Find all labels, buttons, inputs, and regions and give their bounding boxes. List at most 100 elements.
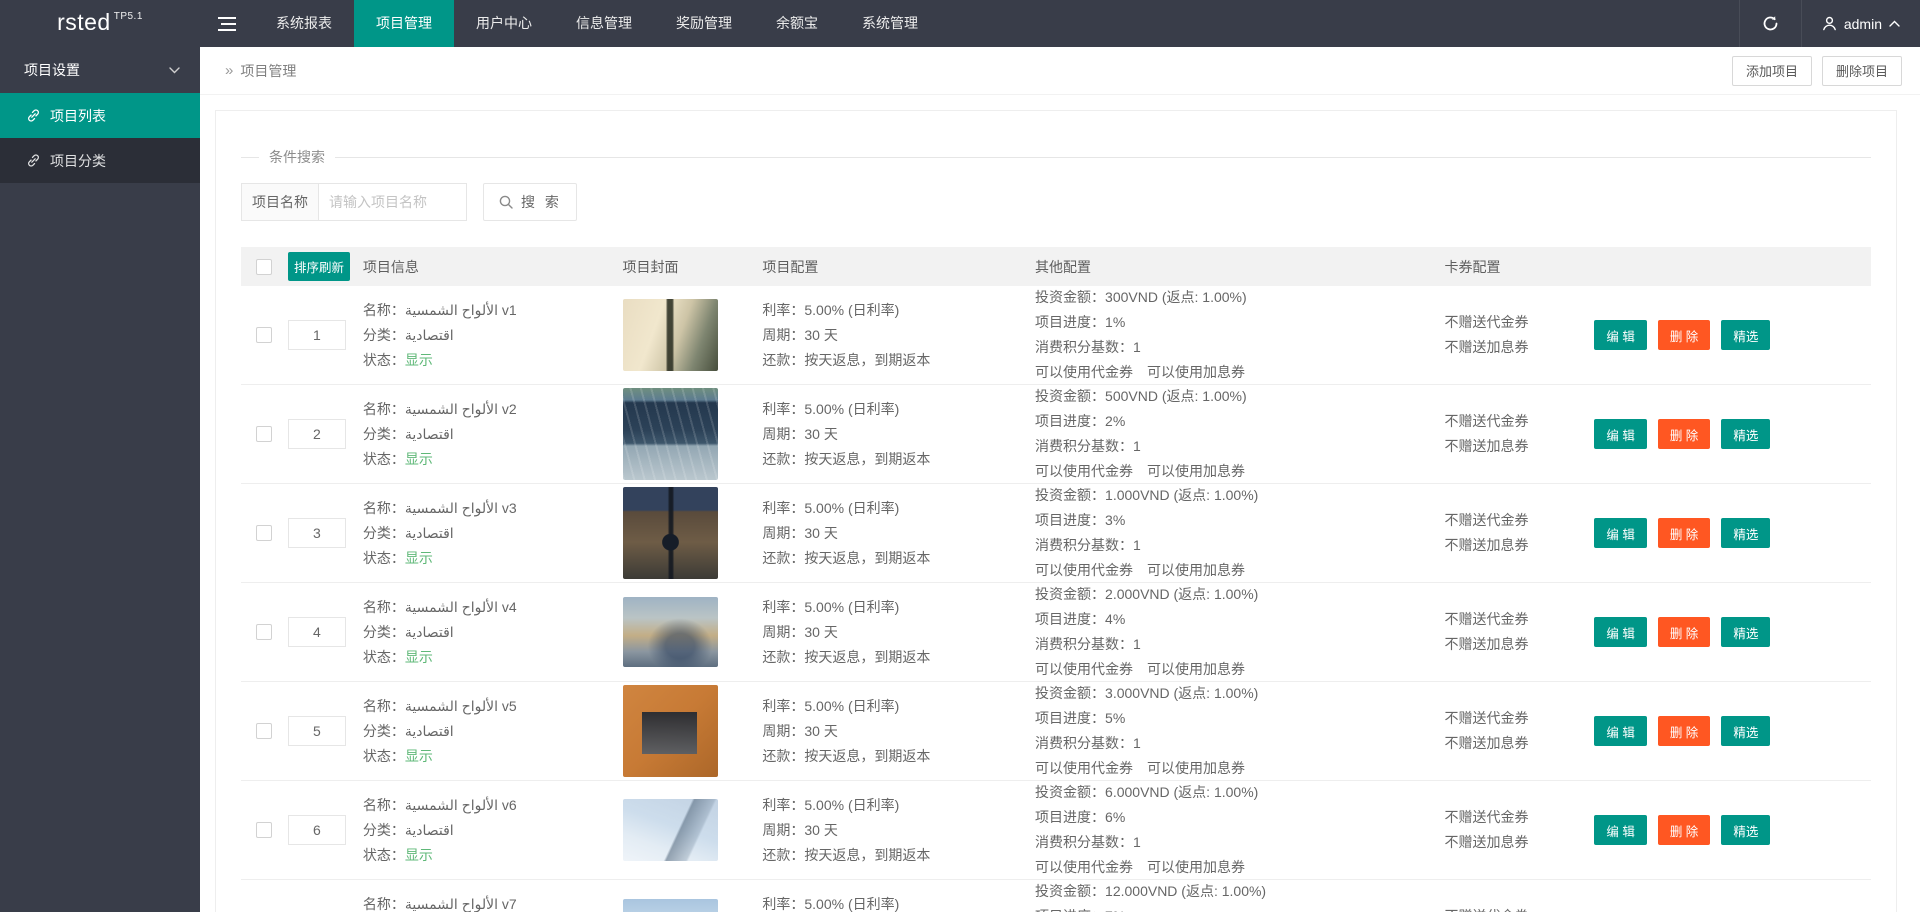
points-value: 1: [1133, 636, 1141, 652]
feature-button[interactable]: 精选: [1721, 716, 1771, 746]
coupon-config-cell: 不赠送代金券 不赠送加息券: [1445, 607, 1595, 657]
sort-order-input[interactable]: [287, 419, 346, 449]
caret-up-icon: [1889, 20, 1900, 27]
row-checkbox[interactable]: [256, 426, 273, 442]
usable-coupons-note: 可以使用代金券 可以使用加息券: [1035, 661, 1246, 677]
delete-button[interactable]: 删 除: [1657, 716, 1711, 746]
hamburger-icon[interactable]: [200, 0, 254, 47]
feature-button[interactable]: 精选: [1721, 815, 1771, 845]
edit-button[interactable]: 编 辑: [1594, 320, 1647, 350]
row-checkbox[interactable]: [256, 822, 273, 838]
project-category: اقتصادية: [404, 722, 454, 739]
nav-item-project-management[interactable]: 项目管理: [354, 0, 454, 47]
toolbar: 添加项目 删除项目: [1731, 55, 1902, 86]
usable-coupons-note: 可以使用代金券 可以使用加息券: [1035, 859, 1246, 875]
delete-project-button[interactable]: 删除项目: [1821, 55, 1902, 86]
search-button[interactable]: 搜 索: [483, 183, 577, 221]
project-cover-image: [622, 299, 718, 371]
header-project-config: 项目配置: [762, 258, 819, 275]
interest-coupon-note: 不赠送加息券: [1444, 537, 1529, 553]
nav-item-reward-management[interactable]: 奖励管理: [654, 0, 754, 47]
magnifier-icon: [499, 195, 513, 209]
user-menu[interactable]: admin: [1800, 0, 1920, 47]
interest-coupon-note: 不赠送加息券: [1444, 735, 1529, 751]
sort-order-input[interactable]: [287, 518, 346, 548]
caret-down-icon: [169, 66, 180, 73]
nav-item-user-center[interactable]: 用户中心: [454, 0, 554, 47]
header-other-config: 其他配置: [1035, 258, 1092, 275]
project-info-cell: 名称：الألواح الشمسية v1 分类：اقتصادية 状态：显示: [362, 301, 517, 368]
project-cover-image: [622, 685, 718, 777]
delete-button[interactable]: 删 除: [1657, 518, 1711, 548]
usable-coupons-note: 可以使用代金券 可以使用加息券: [1035, 364, 1246, 380]
repay-value: 按天返息，到期返本: [804, 549, 931, 566]
coupon-config-cell: 不赠送代金券 不赠送加息券: [1445, 904, 1595, 912]
refresh-icon[interactable]: [1738, 0, 1801, 47]
project-status-toggle[interactable]: 显示: [405, 748, 433, 764]
progress-value: 2%: [1105, 413, 1126, 429]
project-name-input[interactable]: [319, 183, 467, 221]
add-project-button[interactable]: 添加项目: [1731, 55, 1812, 86]
select-all-checkbox[interactable]: [256, 258, 273, 275]
points-value: 1: [1133, 438, 1141, 454]
sort-order-input[interactable]: [287, 815, 346, 845]
delete-button[interactable]: 删 除: [1657, 419, 1711, 449]
row-checkbox[interactable]: [256, 723, 273, 739]
nav-item-info-management[interactable]: 信息管理: [554, 0, 654, 47]
project-status-toggle[interactable]: 显示: [405, 352, 433, 368]
row-actions: 编 辑 删 除 精选: [1594, 518, 1871, 548]
points-value: 1: [1133, 834, 1141, 850]
row-checkbox[interactable]: [256, 624, 273, 640]
breadcrumb-bar: » 项目管理 添加项目 删除项目: [200, 47, 1920, 95]
feature-button[interactable]: 精选: [1721, 320, 1771, 350]
row-actions: 编 辑 删 除 精选: [1594, 716, 1871, 746]
edit-button[interactable]: 编 辑: [1594, 518, 1647, 548]
feature-button[interactable]: 精选: [1721, 419, 1771, 449]
usable-coupons-note: 可以使用代金券 可以使用加息券: [1035, 463, 1246, 479]
project-status-toggle[interactable]: 显示: [405, 649, 433, 665]
sidebar-item-project-category[interactable]: 项目分类: [0, 138, 200, 183]
edit-button[interactable]: 编 辑: [1594, 419, 1647, 449]
link-icon: [28, 109, 39, 122]
sort-order-input[interactable]: [287, 617, 346, 647]
nav-item-system-reports[interactable]: 系统报表: [254, 0, 354, 47]
rate-value: 5.00% (日利率): [804, 499, 900, 516]
row-actions: 编 辑 删 除 精选: [1594, 815, 1871, 845]
rate-value: 5.00% (日利率): [804, 301, 900, 318]
feature-button[interactable]: 精选: [1721, 617, 1771, 647]
edit-button[interactable]: 编 辑: [1594, 716, 1647, 746]
edit-button[interactable]: 编 辑: [1594, 617, 1647, 647]
project-category: اقتصادية: [404, 524, 454, 541]
project-name: الألواح الشمسية v1: [404, 301, 517, 318]
project-info-cell: 名称：الألواح الشمسية v2 分类：اقتصادية 状态：显示: [362, 400, 517, 467]
sidebar-group-project-settings[interactable]: 项目设置: [0, 47, 200, 93]
nav-item-yuebao[interactable]: 余额宝: [754, 0, 840, 47]
repay-value: 按天返息，到期返本: [804, 648, 931, 665]
nav-item-system-management[interactable]: 系统管理: [840, 0, 940, 47]
feature-button[interactable]: 精选: [1721, 518, 1771, 548]
edit-button[interactable]: 编 辑: [1594, 815, 1647, 845]
search-legend: 条件搜索: [269, 149, 325, 165]
points-value: 1: [1133, 339, 1141, 355]
project-name-label: 项目名称: [241, 183, 319, 221]
row-checkbox[interactable]: [256, 327, 273, 343]
sort-order-input[interactable]: [287, 320, 346, 350]
project-name: الألواح الشمسية v3: [404, 499, 517, 516]
rate-value: 5.00% (日利率): [804, 598, 900, 615]
rate-value: 5.00% (日利率): [804, 796, 900, 813]
table-row: 名称：الألواح الشمسية v2 分类：اقتصادية 状态：显示 …: [241, 385, 1871, 484]
project-status-toggle[interactable]: 显示: [405, 847, 433, 863]
project-name: الألواح الشمسية v5: [404, 697, 517, 714]
project-status-toggle[interactable]: 显示: [405, 451, 433, 467]
progress-value: 1%: [1105, 314, 1126, 330]
delete-button[interactable]: 删 除: [1657, 815, 1711, 845]
sidebar-item-project-list[interactable]: 项目列表: [0, 93, 200, 138]
sort-refresh-button[interactable]: 排序刷新: [287, 252, 350, 281]
row-checkbox[interactable]: [256, 525, 273, 541]
top-navbar: rsted TP5.1 系统报表 项目管理 用户中心 信息管理 奖励管理 余额宝 系统管理 a…: [0, 0, 1920, 47]
delete-button[interactable]: 删 除: [1657, 617, 1711, 647]
delete-button[interactable]: 删 除: [1657, 320, 1711, 350]
link-icon: [28, 154, 39, 167]
project-status-toggle[interactable]: 显示: [405, 550, 433, 566]
sort-order-input[interactable]: [287, 716, 346, 746]
